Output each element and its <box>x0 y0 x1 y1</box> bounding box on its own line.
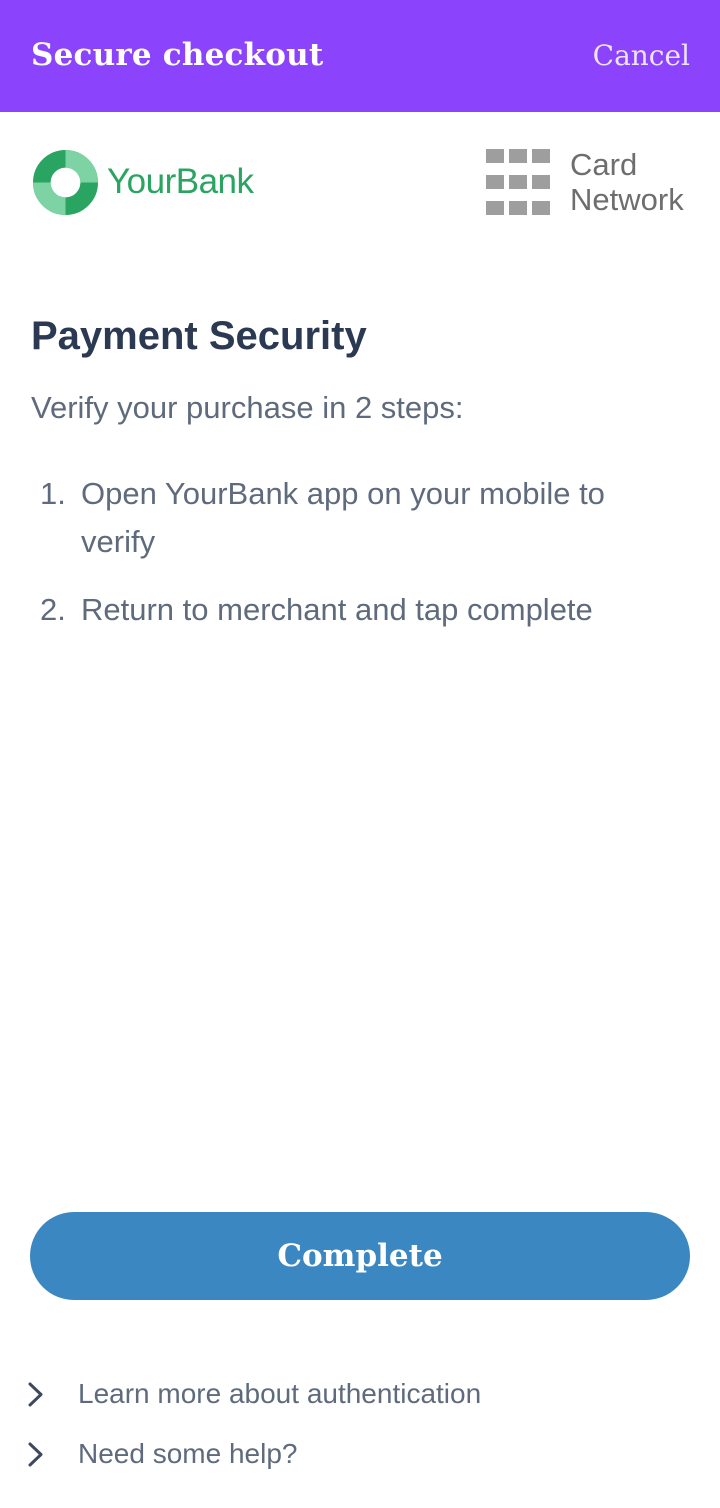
learn-more-link[interactable]: Learn more about authentication <box>0 1369 720 1419</box>
complete-button[interactable]: Complete <box>30 1212 690 1300</box>
need-help-link[interactable]: Need some help? <box>0 1429 720 1479</box>
bank-logo: YourBank <box>32 148 254 216</box>
step-text: Open YourBank app on your mobile to veri… <box>81 476 605 559</box>
header-bar: Secure checkout Cancel <box>0 0 720 112</box>
need-help-label: Need some help? <box>78 1438 298 1469</box>
intro-text: Verify your purchase in 2 steps: <box>31 390 464 425</box>
learn-more-label: Learn more about authentication <box>78 1378 482 1409</box>
bank-logo-text: YourBank <box>107 162 254 201</box>
page-title: Payment Security <box>31 314 367 358</box>
card-network-grid-icon <box>486 149 550 215</box>
card-network-line2: Network <box>570 182 684 217</box>
bank-logo-icon <box>32 149 99 215</box>
step-number: 1. <box>40 476 66 511</box>
chevron-right-icon <box>28 1442 43 1467</box>
card-network-text: Card Network <box>570 147 684 217</box>
step-text: Return to merchant and tap complete <box>81 592 593 627</box>
step-number: 2. <box>40 592 66 627</box>
card-network-line1: Card <box>570 147 638 182</box>
header-title: Secure checkout <box>31 37 324 73</box>
chevron-right-icon <box>28 1382 43 1407</box>
card-network-logo: Card Network <box>486 147 684 217</box>
cancel-link[interactable]: Cancel <box>593 36 690 76</box>
step-item: 2. Return to merchant and tap complete <box>31 586 671 634</box>
steps-list: 1. Open YourBank app on your mobile to v… <box>31 470 671 654</box>
step-item: 1. Open YourBank app on your mobile to v… <box>31 470 671 566</box>
